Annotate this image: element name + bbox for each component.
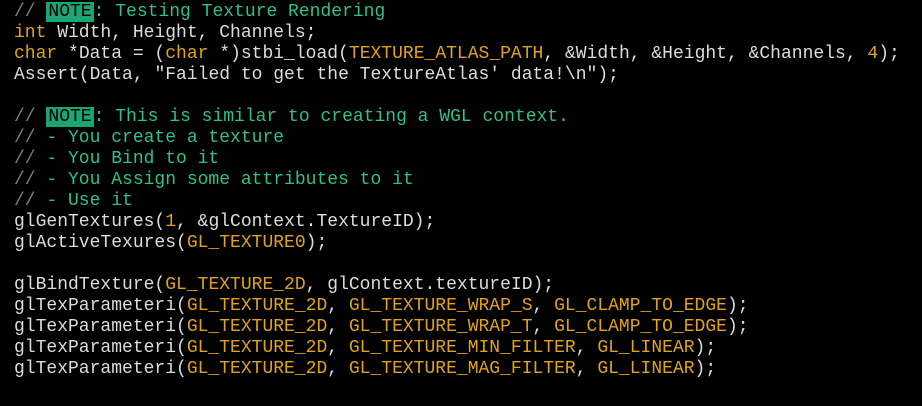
code-token-default: Assert(Data,	[14, 65, 155, 85]
code-token-default: glTexParameteri(	[14, 359, 187, 379]
code-token-comment-slash: //	[14, 191, 47, 211]
code-token-keyword: int	[14, 23, 47, 43]
code-token-default: , &glContext.TextureID);	[176, 212, 436, 232]
code-token-default: ,	[532, 317, 555, 337]
code-token-default: ,	[575, 338, 598, 358]
code-token-comment: - You Assign some attributes to it	[46, 170, 414, 190]
code-token-default: glTexParameteri(	[14, 296, 187, 316]
note-badge: NOTE	[46, 107, 94, 127]
code-token-macro: GL_TEXTURE_WRAP_S	[348, 296, 533, 316]
code-token-default: glGenTextures(	[14, 212, 166, 232]
code-token-macro: GL_TEXTURE_2D	[186, 338, 328, 358]
code-token-macro: GL_TEXTURE_2D	[186, 317, 328, 337]
code-token-macro: GL_TEXTURE0	[186, 233, 306, 253]
code-token-default: ,	[327, 317, 349, 337]
code-line[interactable]: glTexParameteri(GL_TEXTURE_2D, GL_TEXTUR…	[14, 359, 900, 380]
code-token-default: ,	[327, 296, 349, 316]
code-line[interactable]: Assert(Data, "Failed to get the TextureA…	[14, 65, 900, 86]
code-line[interactable]: char *Data = (char *)stbi_load(TEXTURE_A…	[14, 44, 900, 65]
code-token-default: );	[694, 338, 717, 358]
code-token-comment: : This is similar to creating a WGL cont…	[93, 107, 569, 127]
code-token-default: *Data = (	[57, 44, 166, 64]
code-token-macro: GL_TEXTURE_2D	[186, 359, 328, 379]
code-token-default: Width, Height, Channels;	[46, 23, 317, 43]
code-token-comment-slash: //	[14, 2, 47, 22]
code-token-default: );	[305, 233, 328, 253]
code-token-comment-slash: //	[14, 149, 47, 169]
code-token-default: ,	[575, 359, 598, 379]
code-token-default: );	[726, 296, 749, 316]
code-token-macro: GL_LINEAR	[597, 359, 695, 379]
code-token-default: );	[694, 359, 717, 379]
code-token-default: , glContext.textureID);	[305, 275, 555, 295]
code-token-default: );	[597, 65, 619, 85]
code-token-macro: GL_CLAMP_TO_EDGE	[554, 317, 727, 337]
code-line[interactable]: // - Use it	[14, 191, 900, 212]
code-token-macro: GL_TEXTURE_2D	[186, 296, 328, 316]
code-token-default: );	[878, 44, 900, 64]
code-line[interactable]: // NOTE: This is similar to creating a W…	[14, 107, 900, 128]
code-line[interactable]: glBindTexture(GL_TEXTURE_2D, glContext.t…	[14, 275, 900, 296]
code-token-default: glTexParameteri(	[14, 317, 187, 337]
code-token-default: glActiveTexures(	[14, 233, 187, 253]
code-token-macro: GL_TEXTURE_MAG_FILTER	[348, 359, 576, 379]
code-token-default: glTexParameteri(	[14, 338, 187, 358]
code-line[interactable]: // - You create a texture	[14, 128, 900, 149]
code-token-macro: GL_TEXTURE_MIN_FILTER	[348, 338, 576, 358]
code-line[interactable]: glTexParameteri(GL_TEXTURE_2D, GL_TEXTUR…	[14, 338, 900, 359]
code-line[interactable]: glActiveTexures(GL_TEXTURE0);	[14, 233, 900, 254]
code-token-number: 4	[867, 44, 879, 64]
code-token-keyword: char	[165, 44, 209, 64]
code-token-macro: GL_TEXTURE_WRAP_T	[348, 317, 533, 337]
code-token-macro: GL_LINEAR	[597, 338, 695, 358]
code-token-default: ,	[327, 359, 349, 379]
code-token-string: "Failed to get the TextureAtlas' data!\n…	[154, 65, 598, 85]
code-token-macro: GL_TEXTURE_2D	[165, 275, 306, 295]
code-token-comment-slash: //	[14, 128, 47, 148]
code-line[interactable]: // NOTE: Testing Texture Rendering	[14, 2, 900, 23]
code-token-comment-slash: //	[14, 170, 47, 190]
code-token-default: , &Width, &Height, &Channels,	[543, 44, 868, 64]
code-token-comment: - You create a texture	[46, 128, 285, 148]
code-token-comment: - Use it	[46, 191, 133, 211]
code-token-macro: GL_CLAMP_TO_EDGE	[554, 296, 727, 316]
code-token-comment: : Testing Texture Rendering	[93, 2, 386, 22]
code-line[interactable]: // - You Bind to it	[14, 149, 900, 170]
code-token-comment-slash: //	[14, 107, 47, 127]
code-editor[interactable]: // NOTE: Testing Texture Rendering int Wi…	[14, 2, 900, 380]
code-token-default: ,	[327, 338, 349, 358]
code-token-keyword: char	[14, 44, 58, 64]
code-line[interactable]: int Width, Height, Channels;	[14, 23, 900, 44]
code-line[interactable]: glGenTextures(1, &glContext.TextureID);	[14, 212, 900, 233]
code-line[interactable]: glTexParameteri(GL_TEXTURE_2D, GL_TEXTUR…	[14, 296, 900, 317]
code-line[interactable]: glTexParameteri(GL_TEXTURE_2D, GL_TEXTUR…	[14, 317, 900, 338]
code-token-comment: - You Bind to it	[46, 149, 220, 169]
code-token-number: 1	[165, 212, 177, 232]
code-token-default: glBindTexture(	[14, 275, 166, 295]
code-line-empty[interactable]	[14, 254, 900, 275]
code-token-default: );	[726, 317, 749, 337]
note-badge: NOTE	[46, 2, 94, 22]
code-token-default: ,	[532, 296, 555, 316]
code-line-empty[interactable]	[14, 86, 900, 107]
code-token-default: *)stbi_load(	[208, 44, 349, 64]
code-line[interactable]: // - You Assign some attributes to it	[14, 170, 900, 191]
code-token-macro: TEXTURE_ATLAS_PATH	[348, 44, 544, 64]
